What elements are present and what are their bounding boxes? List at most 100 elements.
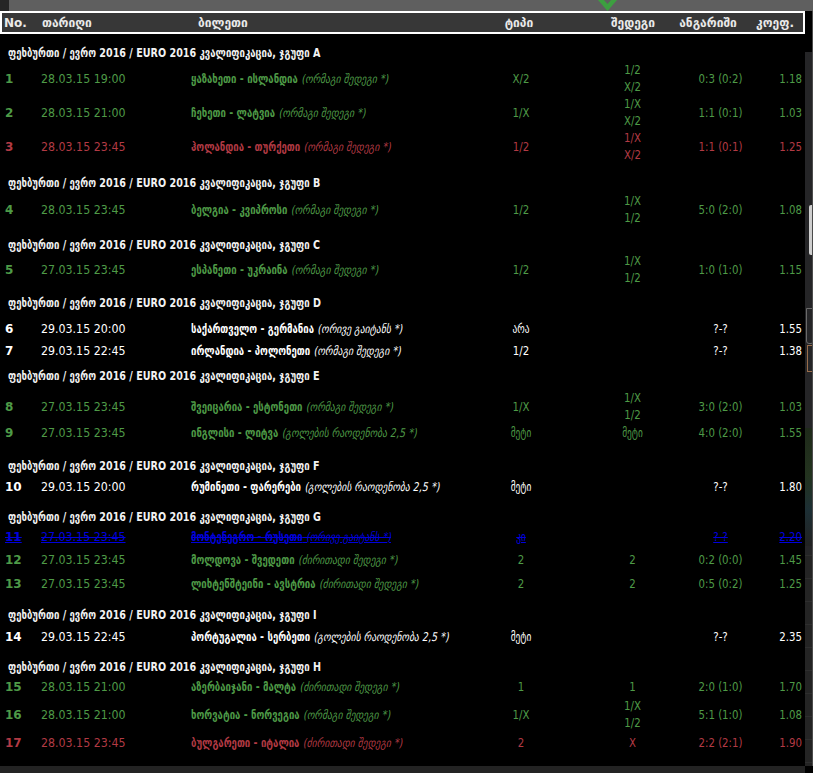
bet-match: მოლდოვა - შვედეთი (ძირითადი შედეგი *) (191, 553, 397, 567)
bet-number: 7 (5, 344, 13, 358)
bet-match: ჰოლანდია - თურქეთი (ორმაგი შედეგი *) (191, 140, 391, 154)
bet-coefficient: 1.55 (748, 322, 802, 336)
bet-date: 29.03.15 20:00 (41, 322, 125, 336)
bet-type: 2 (467, 577, 574, 591)
bet-type: 2 (467, 553, 574, 567)
bet-market-note: (ძირითადი შედეგი *) (319, 577, 418, 591)
bet-number: 2 (5, 106, 13, 120)
bet-type: კი (472, 530, 570, 544)
group-header: ფეხბურთი / ევრო 2016 / EURO 2016 კვალიფი… (8, 459, 320, 473)
bet-date: 28.03.15 21:00 (41, 106, 125, 120)
bet-coefficient: 2.20 (748, 530, 802, 544)
bet-match: ჩეხეთი - ლატვია (ორმაგი შედეგი *) (191, 106, 366, 120)
bet-market-note: (ორმაგი შედეგი *) (304, 140, 391, 154)
group-header: ფეხბურთი / ევრო 2016 / EURO 2016 კვალიფი… (8, 46, 320, 60)
group-header: ფეხბურთი / ევრო 2016 / EURO 2016 კვალიფი… (8, 369, 320, 383)
bet-market-note: (ორმაგი შედეგი *) (291, 203, 378, 217)
bet-number: 11 (5, 530, 22, 544)
bet-market-note: (ორმაგი შედეგი *) (314, 344, 401, 358)
bet-coefficient: 1.38 (748, 344, 802, 358)
bet-type: 1/X (467, 400, 574, 414)
bet-type: 1 (467, 680, 574, 694)
col-header-no: No. (4, 16, 27, 30)
match-teams: ესპანეთი - უკრაინა (191, 263, 288, 277)
bet-date: 28.03.15 21:00 (41, 708, 125, 722)
bottom-scrollbar-track[interactable] (0, 766, 805, 773)
bet-type: 1/X (467, 708, 574, 722)
bet-number: 8 (5, 400, 13, 414)
bet-date: 27.03.15 23:45 (41, 400, 125, 414)
bet-number: 10 (5, 480, 22, 494)
match-teams: ხორვატია - ნორვეგია (191, 708, 300, 722)
bet-number: 12 (5, 553, 22, 567)
bet-market-note: (ორმაგი შედეგი *) (301, 72, 388, 86)
group-header: ფეხბურთი / ევრო 2016 / EURO 2016 კვალიფი… (8, 238, 320, 252)
bet-number: 6 (5, 322, 13, 336)
bet-coefficient: 1.25 (748, 140, 802, 154)
bet-type: 1/2 (467, 344, 574, 358)
match-teams: ბულგარეთი - იტალია (191, 736, 299, 750)
match-teams: მონტენეგრო - რუსეთი (191, 530, 303, 544)
match-teams: რუმინეთი - ფარერები (191, 480, 301, 494)
bet-match: ესპანეთი - უკრაინა (ორმაგი შედეგი *) (191, 263, 378, 277)
match-teams: შვეიცარია - ესტონეთი (191, 400, 303, 414)
bet-market-note: (ორივე გაიტანს *) (306, 530, 391, 544)
bet-coefficient: 1.55 (748, 426, 802, 440)
bet-match: საქართველო - გერმანია (ორივე გაიტანს *) (191, 322, 402, 336)
bet-market-note: (ძირითადი შედეგი *) (299, 680, 398, 694)
bet-type: 2 (467, 736, 574, 750)
bet-date: 27.03.15 23:45 (41, 530, 125, 544)
bet-date: 28.03.15 23:45 (41, 203, 125, 217)
bet-coefficient: 1.03 (748, 400, 802, 414)
bet-market-note: (ძირითადი შედეგი *) (298, 553, 397, 567)
bet-date: 29.03.15 22:45 (41, 630, 125, 644)
col-header-type: ტიპი (456, 16, 582, 30)
bet-type: X/2 (467, 72, 574, 86)
group-header: ფეხბურთი / ევრო 2016 / EURO 2016 კვალიფი… (8, 510, 321, 524)
bet-coefficient: 1.08 (748, 203, 802, 217)
bet-match: ლიხტენშტეინი - ავსტრია (ძირითადი შედეგი … (191, 577, 418, 591)
col-header-coef: კოეფ. (730, 16, 794, 30)
bet-number: 1 (5, 72, 13, 86)
bet-number: 5 (5, 263, 13, 277)
match-teams: ჩეხეთი - ლატვია (191, 106, 275, 120)
bet-coefficient: 2.35 (748, 630, 802, 644)
bet-number: 13 (5, 577, 22, 591)
bet-coefficient: 1.08 (748, 708, 802, 722)
bet-type: მეტი (472, 480, 570, 494)
bet-number: 17 (5, 736, 22, 750)
top-left-corner (0, 0, 9, 11)
bet-type: მეტი (472, 630, 570, 644)
bet-date: 27.03.15 23:45 (41, 577, 125, 591)
bet-date: 28.03.15 23:45 (41, 736, 125, 750)
bet-market-note: (ორმაგი შედეგი *) (303, 708, 390, 722)
bet-date: 29.03.15 22:45 (41, 344, 125, 358)
bet-type: არა (472, 322, 570, 336)
bet-market-note: (ძირითადი შედეგი *) (303, 736, 402, 750)
bet-coefficient: 1.70 (748, 680, 802, 694)
group-header: ფეხბურთი / ევრო 2016 / EURO 2016 კვალიფი… (8, 660, 321, 674)
table-header: No. თარიღი ბილეთი ტიპი შედეგი ანგარიში კ… (0, 11, 805, 34)
bet-match: ხორვატია - ნორვეგია (ორმაგი შედეგი *) (191, 708, 390, 722)
bet-market-note: (ორმაგი შედეგი *) (291, 263, 378, 277)
bet-number: 16 (5, 708, 22, 722)
bet-type: 1/2 (467, 203, 574, 217)
bet-coefficient: 1.03 (748, 106, 802, 120)
match-teams: მოლდოვა - შვედეთი (191, 553, 295, 567)
bet-date: 28.03.15 19:00 (41, 72, 125, 86)
top-scrollbar-track[interactable] (0, 0, 813, 11)
match-teams: საქართველო - გერმანია (191, 322, 314, 336)
bet-market-note: (გოლების რაოდენობა 2,5 *) (304, 480, 439, 494)
bet-date: 27.03.15 23:45 (41, 553, 125, 567)
match-teams: ბელგია - კვიპროსი (191, 203, 287, 217)
bet-match: მონტენეგრო - რუსეთი (ორივე გაიტანს *) (191, 530, 391, 544)
bet-number: 14 (5, 630, 22, 644)
bet-date: 28.03.15 23:45 (41, 140, 125, 154)
bet-number: 4 (5, 203, 13, 217)
bet-type: 1/X (467, 106, 574, 120)
bet-type: მეტი (472, 426, 570, 440)
green-down-arrow-icon (598, 0, 617, 11)
match-teams: ლიხტენშტეინი - ავსტრია (191, 577, 316, 591)
bet-match: ირლანდია - პოლონეთი (ორმაგი შედეგი *) (191, 344, 401, 358)
col-header-date: თარიღი (42, 16, 92, 30)
